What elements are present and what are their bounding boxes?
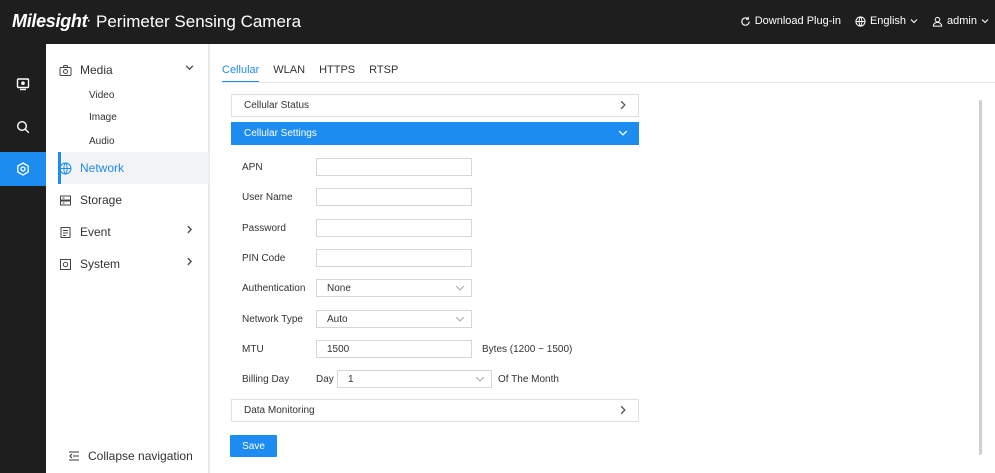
language-label: English	[869, 15, 907, 27]
pin-code-label: PIN Code	[242, 253, 286, 264]
sidebar-item-event[interactable]: Event	[58, 222, 198, 242]
sidebar-item-storage[interactable]: Storage	[58, 190, 198, 210]
sidebar-item-system[interactable]: System	[58, 254, 198, 274]
chevron-down-icon	[455, 316, 465, 322]
sidebar-item-label: Storage	[80, 193, 123, 207]
sidebar-subitem-image[interactable]: Image	[89, 112, 117, 123]
user-name-input[interactable]	[316, 188, 472, 206]
user-menu[interactable]: admin	[932, 15, 989, 27]
cellular-settings-header[interactable]: Cellular Settings	[231, 122, 639, 145]
save-button[interactable]: Save	[230, 435, 277, 457]
billing-day-label: Billing Day	[242, 374, 290, 385]
collapse-label: Collapse navigation	[88, 449, 193, 463]
mtu-label: MTU	[242, 344, 264, 355]
chevron-down-icon	[475, 376, 485, 382]
select-value: 1	[348, 373, 354, 385]
camera-icon	[58, 63, 72, 77]
password-label: Password	[242, 223, 286, 234]
globe-icon	[855, 15, 866, 27]
search-icon	[16, 120, 30, 134]
title-separator: ·	[86, 12, 92, 29]
authentication-label: Authentication	[242, 283, 306, 294]
pin-code-input[interactable]	[316, 249, 472, 267]
chevron-right-icon	[187, 257, 193, 266]
panel-title: Cellular Settings	[244, 128, 317, 139]
download-plugin-link[interactable]: Download Plug-in	[740, 15, 841, 27]
user-label: admin	[947, 15, 977, 27]
language-dropdown[interactable]: English	[855, 15, 918, 27]
system-icon	[58, 257, 72, 271]
sidebar-subitem-video[interactable]: Video	[89, 90, 114, 101]
collapse-icon	[69, 451, 79, 461]
download-plugin-label: Download Plug-in	[754, 15, 841, 27]
event-icon	[58, 225, 72, 239]
sidebar-item-label: Network	[80, 161, 125, 175]
network-type-label: Network Type	[242, 314, 303, 325]
user-icon	[932, 16, 943, 27]
apn-label: APN	[242, 162, 263, 173]
panel-title: Cellular Status	[244, 100, 310, 111]
rail-search-button[interactable]	[0, 110, 46, 144]
globe-icon	[58, 161, 72, 175]
panel-title: Data Monitoring	[244, 405, 315, 416]
chevron-down-icon	[185, 65, 194, 71]
sidebar-subitem-audio[interactable]: Audio	[89, 136, 115, 147]
chevron-down-icon	[981, 19, 989, 24]
top-bar: Milesight · Perimeter Sensing Camera Dow…	[0, 0, 995, 44]
billing-day-prefix: Day	[316, 374, 334, 385]
main-scrollbar[interactable]	[979, 100, 982, 455]
select-value: None	[327, 282, 351, 294]
brand-logo: Milesight	[12, 11, 88, 31]
chevron-down-icon	[455, 285, 465, 291]
settings-icon	[17, 162, 29, 176]
chevron-right-icon	[187, 225, 193, 234]
live-view-icon	[16, 78, 30, 91]
user-name-label: User Name	[242, 192, 293, 203]
main-panel: Cellular WLAN HTTPS RTSP Cellular Status…	[209, 44, 995, 473]
sidebar-item-media[interactable]: Media	[58, 60, 198, 80]
mtu-input[interactable]: 1500	[316, 340, 472, 358]
billing-day-suffix: Of The Month	[498, 374, 559, 385]
icon-rail	[0, 44, 46, 473]
mtu-range-hint: Bytes (1200 ~ 1500)	[482, 344, 573, 355]
storage-icon	[58, 193, 72, 207]
billing-day-select[interactable]: 1	[337, 370, 492, 388]
sidebar-item-label: Event	[80, 225, 111, 239]
select-value: Auto	[327, 313, 348, 325]
sidebar-nav: Media Video Image Audio Network Storage …	[46, 44, 209, 473]
sidebar-item-network[interactable]: Network	[58, 158, 198, 178]
cellular-status-header[interactable]: Cellular Status	[231, 94, 639, 117]
tab-bar: Cellular WLAN HTTPS RTSP	[222, 64, 398, 83]
apn-input[interactable]	[316, 158, 472, 176]
collapse-navigation-button[interactable]: Collapse navigation	[68, 449, 193, 463]
rail-live-view-button[interactable]	[0, 67, 46, 101]
data-monitoring-header[interactable]: Data Monitoring	[231, 399, 639, 422]
password-input[interactable]	[316, 219, 472, 237]
chevron-right-icon	[620, 405, 626, 415]
chevron-down-icon	[910, 19, 918, 24]
chevron-right-icon	[620, 100, 626, 110]
sidebar-item-label: System	[80, 257, 121, 271]
tab-cellular[interactable]: Cellular	[222, 64, 260, 83]
rail-settings-button[interactable]	[0, 152, 46, 186]
app-title: Perimeter Sensing Camera	[96, 12, 302, 31]
tab-rtsp[interactable]: RTSP	[369, 64, 398, 81]
tabs-divider	[222, 82, 995, 83]
authentication-select[interactable]: None	[316, 279, 472, 297]
chevron-down-icon	[618, 130, 628, 136]
tab-https[interactable]: HTTPS	[319, 64, 355, 81]
tab-wlan[interactable]: WLAN	[273, 64, 305, 81]
sidebar-item-label: Media	[80, 63, 113, 77]
network-type-select[interactable]: Auto	[316, 310, 472, 328]
refresh-icon	[741, 16, 750, 26]
